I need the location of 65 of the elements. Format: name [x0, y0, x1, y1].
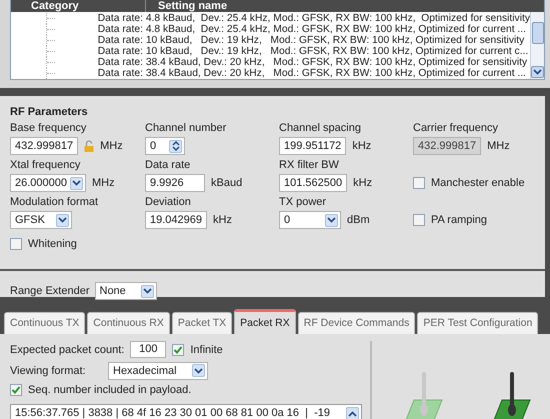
checkbox-label: Manchester enable: [431, 177, 525, 189]
setting-row[interactable]: Data rate: 10 kBaud, Dev.: 19 kHz, Mod.: GFSK, RX BW: 100 kHz, Optimized for current c...: [92, 46, 530, 57]
spinner-field[interactable]: 0: [145, 137, 185, 155]
field-label: Viewing format:: [10, 364, 87, 376]
column-header[interactable]: Setting name: [146, 0, 228, 12]
scroll-thumb[interactable]: [532, 22, 544, 44]
checkbox[interactable]: [10, 238, 22, 250]
field-label: Channel number: [145, 121, 228, 136]
setting-row[interactable]: Data rate: 4.8 kBaud, Dev.: 25.4 kHz, Mod.: GFSK, RX BW: 100 kHz, Optimized for current ...: [92, 24, 530, 35]
field-label: Modulation format: [10, 195, 100, 210]
unit-label: dBm: [347, 214, 370, 226]
field-label: Data rate: [145, 158, 192, 173]
input-field[interactable]: 432.999817: [10, 137, 78, 155]
log-line: 15:56:37.765 | 3838 | 68 4f 16 23 30 01 00 68 81 00 0a 16 | -19: [15, 407, 330, 419]
field-label: Range Extender: [10, 285, 90, 297]
input-field[interactable]: 100: [130, 341, 166, 358]
checkbox-label: Infinite: [190, 344, 223, 356]
scroll-down-icon[interactable]: [531, 66, 544, 78]
dropdown[interactable]: Hexadecimal: [108, 362, 208, 380]
column-header[interactable]: Category: [11, 0, 146, 12]
checkbox[interactable]: [172, 344, 184, 356]
setting-row[interactable]: Data rate: 10 kBaud, Dev.: 19 kHz, Mod.: GFSK, RX BW: 100 kHz, Optimized for sensitivity: [92, 35, 530, 46]
dropdown[interactable]: 26.000000: [10, 174, 86, 192]
unit-label: MHz: [487, 140, 510, 152]
tab[interactable]: Continuous RX: [87, 312, 170, 334]
unit-label: MHz: [100, 140, 123, 152]
input-field[interactable]: 199.951172: [279, 137, 346, 155]
field-label: Deviation: [145, 195, 192, 210]
field-label: RX filter BW: [279, 158, 340, 173]
setting-row[interactable]: Data rate: 4.8 kBaud, Dev.: 25.4 kHz, Mod.: GFSK, RX BW: 100 kHz, Optimized for sensitivity: [92, 13, 530, 24]
scrollbar[interactable]: [530, 12, 544, 79]
checkbox-label: Seq. number included in payload.: [28, 384, 192, 396]
checkbox-label: Whitening: [28, 238, 77, 250]
readonly-field: 432.999817: [413, 137, 482, 155]
section-title: RF Parameters: [10, 106, 89, 118]
tab[interactable]: RF Device Commands: [298, 312, 416, 334]
unit-label: MHz: [92, 177, 115, 189]
dropdown[interactable]: GFSK: [10, 211, 72, 229]
field-label: Channel spacing: [279, 121, 362, 136]
input-field[interactable]: 101.562500: [279, 174, 348, 192]
tab[interactable]: Continuous TX: [4, 312, 86, 334]
tab[interactable]: Packet RX: [234, 309, 296, 334]
checkbox[interactable]: [413, 177, 425, 189]
field-label: Expected packet count:: [10, 344, 124, 356]
unit-label: kHz: [352, 140, 372, 152]
checkbox-label: PA ramping: [431, 214, 488, 226]
checkbox[interactable]: [413, 214, 425, 226]
input-field[interactable]: 9.9926: [145, 174, 205, 192]
field-label: Carrier frequency: [413, 121, 499, 136]
checkbox[interactable]: [10, 384, 22, 396]
spinner-arrows-icon[interactable]: [169, 140, 182, 152]
field-label: TX power: [279, 195, 328, 210]
unit-label: kHz: [213, 214, 232, 226]
unit-label: kBaud: [211, 177, 242, 189]
field-label: Xtal frequency: [10, 158, 82, 173]
input-field[interactable]: 19.042969: [145, 211, 207, 229]
field-label: Base frequency: [10, 121, 88, 136]
scroll-up-icon[interactable]: [346, 407, 359, 419]
setting-row[interactable]: Data rate: 38.4 kBaud, Dev.: 20 kHz, Mod.: GFSK, RX BW: 100 kHz, Optimized for sensitivity: [92, 57, 530, 68]
dropdown[interactable]: 0: [279, 211, 341, 229]
unit-label: kHz: [353, 177, 372, 189]
tab[interactable]: Packet TX: [172, 312, 232, 334]
dropdown[interactable]: None: [94, 282, 156, 300]
setting-row[interactable]: Data rate: 38.4 kBaud, Dev.: 20 kHz, Mod.: GFSK, RX BW: 100 kHz, Optimized for current ...: [92, 68, 530, 79]
tab[interactable]: PER Test Configuration: [417, 312, 538, 334]
